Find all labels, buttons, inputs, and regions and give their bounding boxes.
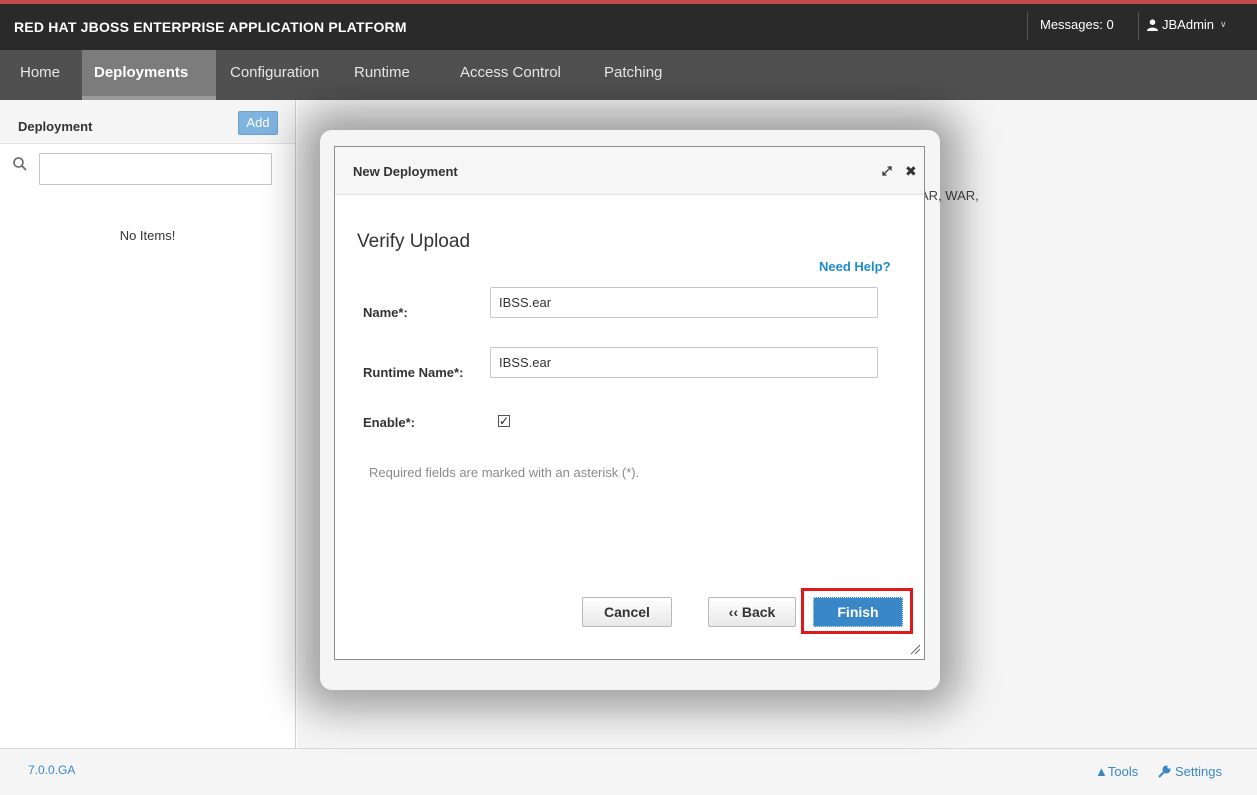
main-nav: Home Deployments Configuration Runtime A… (0, 50, 1257, 100)
resize-handle-icon[interactable] (909, 643, 921, 655)
sidebar-header: Deployment Add (0, 100, 295, 144)
name-label: Name*: (363, 305, 408, 320)
search-icon (13, 157, 27, 171)
maximize-icon[interactable] (881, 165, 893, 177)
version-label[interactable]: 7.0.0.GA (28, 763, 75, 777)
header-separator (1138, 12, 1139, 40)
user-name: JBAdmin (1162, 17, 1215, 32)
settings-label: Settings (1175, 764, 1222, 779)
wrench-icon (1158, 765, 1171, 778)
settings-link[interactable]: Settings (1158, 764, 1222, 779)
name-input[interactable]: IBSS.ear (490, 287, 878, 318)
tools-link[interactable]: ▲Tools (1095, 764, 1138, 779)
brand-title: RED HAT JBOSS ENTERPRISE APPLICATION PLA… (14, 19, 407, 35)
app-footer: 7.0.0.GA ▲Tools Settings (0, 748, 1257, 795)
header-divider (1027, 12, 1028, 40)
empty-list-text: No Items! (119, 228, 176, 243)
new-deployment-dialog: New Deployment ✖ Verify Upload Need Help… (334, 146, 925, 660)
close-icon[interactable]: ✖ (905, 163, 917, 180)
step-heading: Verify Upload (357, 231, 471, 252)
runtime-name-label: Runtime Name*: (363, 365, 464, 380)
nav-item-deployments[interactable]: Deployments (82, 50, 216, 100)
required-fields-note: Required fields are marked with an aster… (369, 465, 640, 480)
need-help-link[interactable]: Need Help? (819, 259, 891, 274)
nav-item-patching[interactable]: Patching (592, 50, 674, 100)
user-icon (1147, 18, 1158, 31)
app-header: RED HAT JBOSS ENTERPRISE APPLICATION PLA… (0, 4, 1257, 50)
dialog-header: New Deployment ✖ (335, 147, 924, 195)
runtime-name-input[interactable]: IBSS.ear (490, 347, 878, 378)
enable-checkbox[interactable]: ✓ (498, 415, 510, 427)
nav-item-home[interactable]: Home (8, 50, 72, 100)
messages-counter[interactable]: Messages: 0 (1040, 17, 1114, 32)
chevron-down-icon: ∨ (1220, 19, 1227, 29)
back-button[interactable]: ‹‹ Back (708, 597, 796, 627)
nav-item-access-control[interactable]: Access Control (448, 50, 573, 100)
nav-item-runtime[interactable]: Runtime (342, 50, 422, 100)
enable-label: Enable*: (363, 415, 416, 430)
deployment-sidebar: Deployment Add No Items! (0, 100, 296, 748)
add-deployment-button[interactable]: Add (238, 111, 278, 135)
nav-item-configuration[interactable]: Configuration (218, 50, 331, 100)
dialog-title: New Deployment (353, 164, 458, 179)
finish-button[interactable]: Finish (813, 597, 903, 627)
user-menu[interactable]: JBAdmin ∨ (1147, 17, 1227, 32)
sidebar-title: Deployment (18, 119, 93, 134)
sidebar-search-input[interactable] (39, 153, 272, 185)
cancel-button[interactable]: Cancel (582, 597, 672, 627)
